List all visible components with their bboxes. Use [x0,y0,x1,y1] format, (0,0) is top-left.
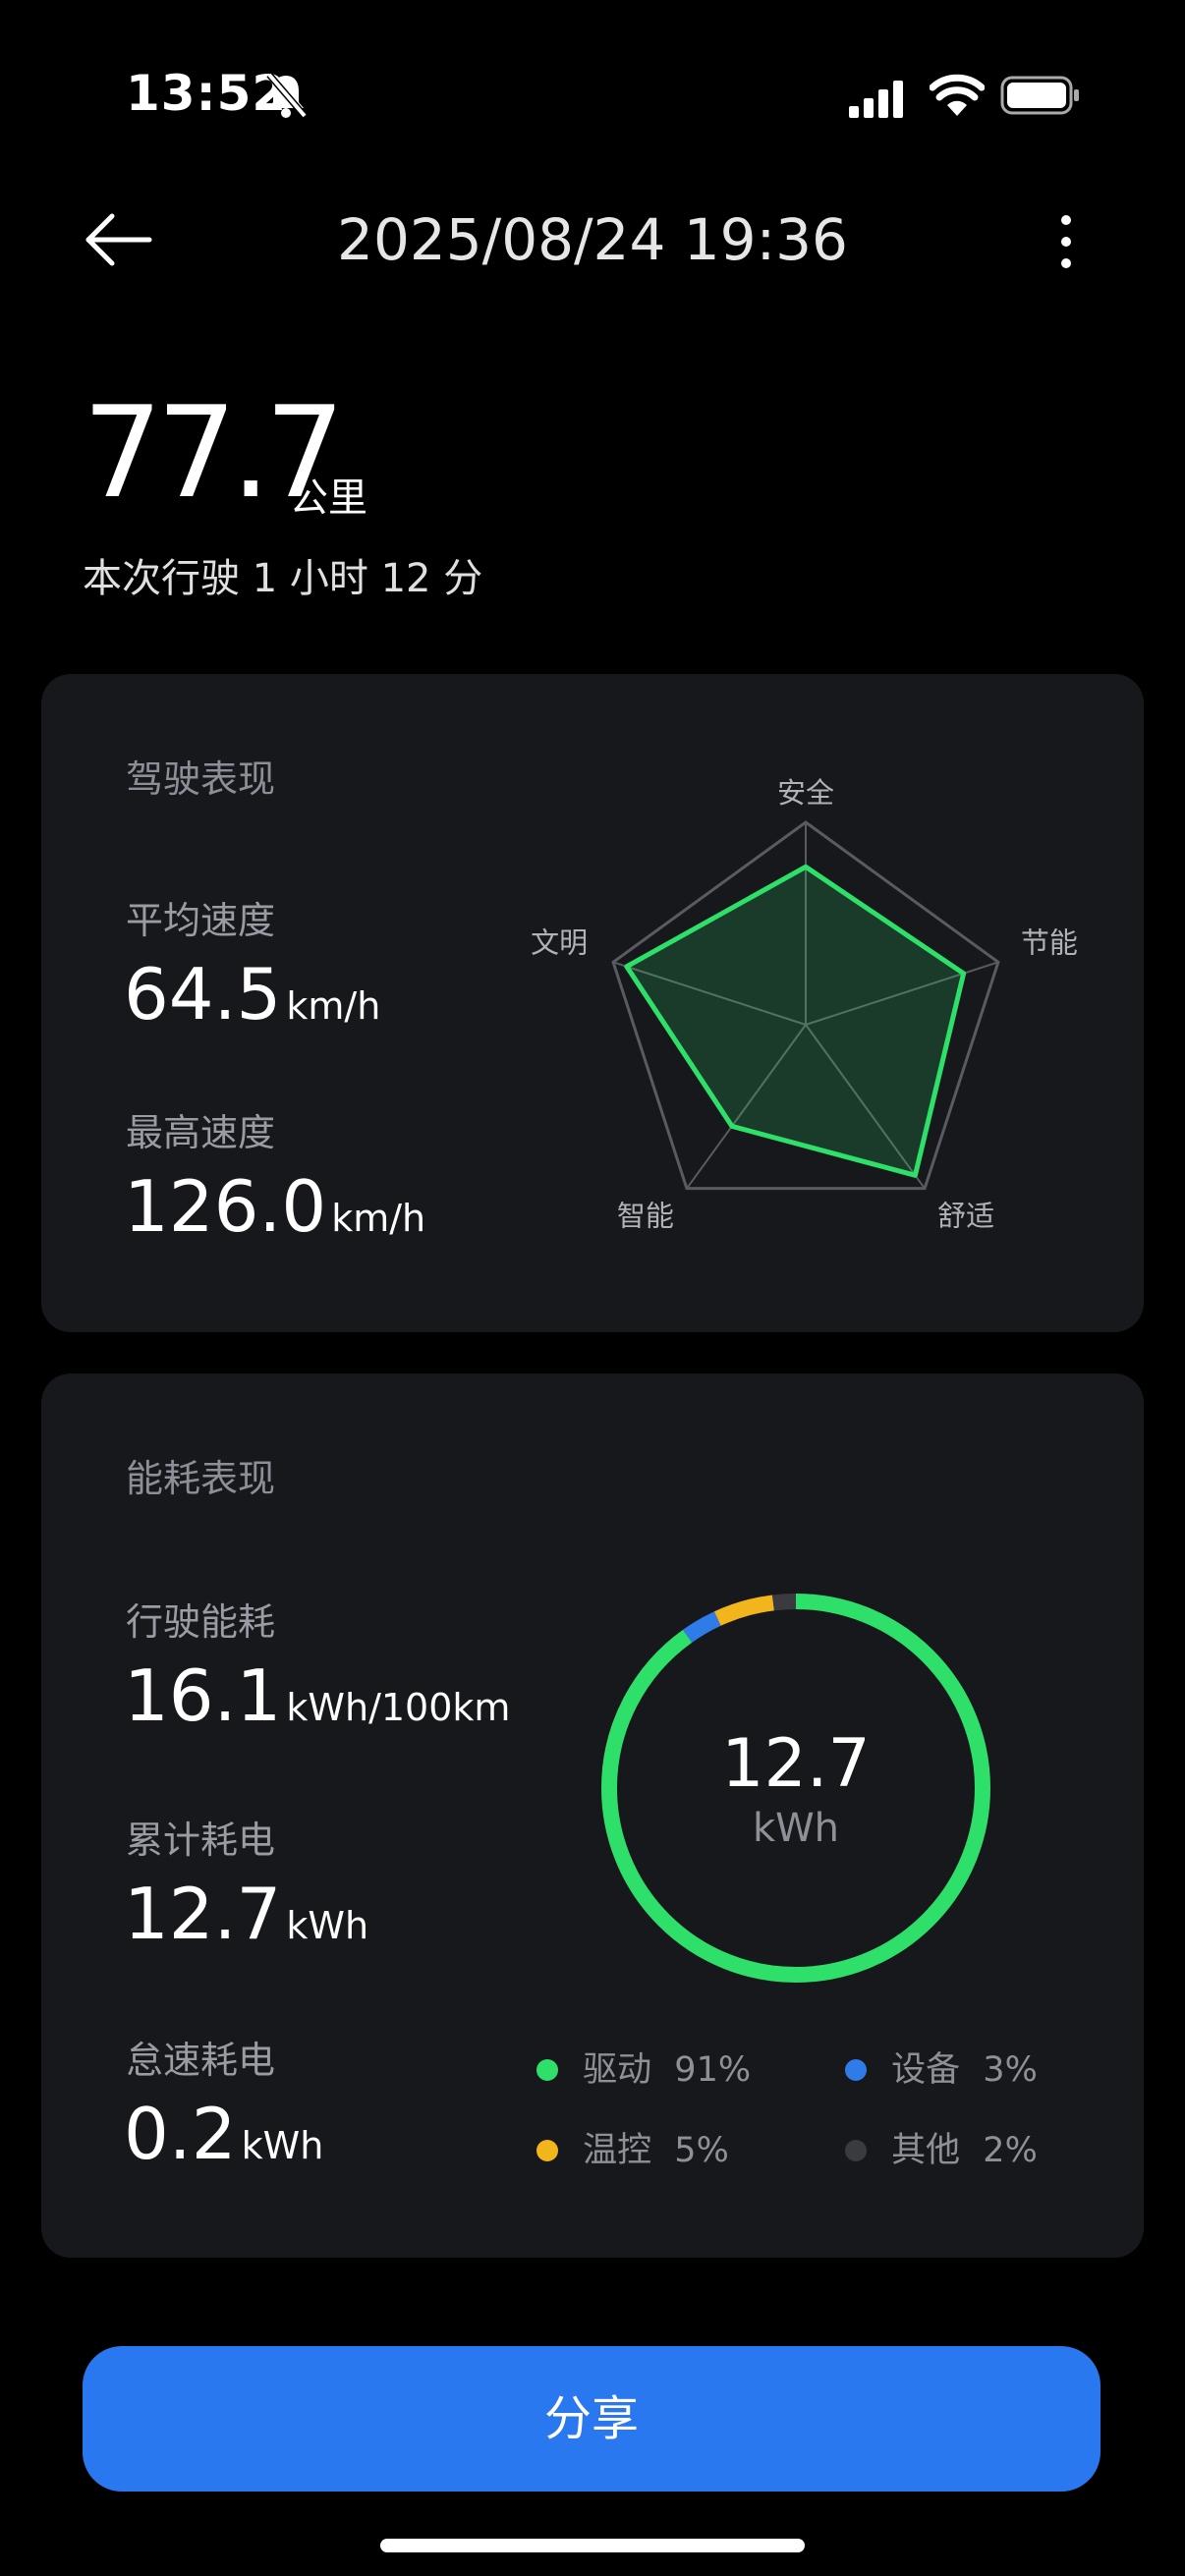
share-button[interactable]: 分享 [83,2346,1100,2492]
legend-percent: 5% [674,2131,729,2170]
legend-name: 设备 [891,2050,961,2090]
legend-name: 温控 [583,2131,652,2170]
legend-item-device: 设备 3% [845,2042,1038,2092]
total-consumption-value: 12.7 [124,1873,282,1955]
avg-speed-value: 64.5 [124,953,282,1036]
legend-percent: 3% [983,2050,1038,2090]
legend-item-drive: 驱动 91% [536,2042,751,2092]
idle-consumption-label: 怠速耗电 [126,2039,276,2082]
cellular-signal-icon [849,81,903,118]
home-indicator[interactable] [380,2539,805,2552]
driving-consumption: 16.1 kWh/100km [124,1660,510,1731]
idle-consumption: 0.2 kWh [124,2099,323,2169]
page-title: 2025/08/24 19:36 [337,206,848,273]
legend-dot-other [845,2140,867,2161]
legend-percent: 91% [674,2050,752,2090]
idle-consumption-value: 0.2 [124,2093,237,2175]
total-consumption-label: 累计耗电 [126,1819,276,1862]
total-consumption-unit: kWh [286,1904,369,1947]
legend-item-other: 其他 2% [845,2122,1038,2172]
avg-speed-unit: km/h [286,984,381,1028]
radar-axis-label: 舒适 [937,1200,994,1233]
legend-item-climate: 温控 5% [536,2122,729,2172]
battery-icon [1000,76,1079,115]
idle-consumption-unit: kWh [241,2124,324,2167]
driving-consumption-unit: kWh/100km [286,1686,511,1729]
more-options-icon[interactable] [1051,210,1081,273]
avg-speed: 64.5 km/h [124,959,380,1030]
radar-score-polygon [624,864,967,1178]
driving-consumption-value: 16.1 [124,1654,282,1737]
trip-duration: 本次行驶 1 小时 12 分 [83,556,483,601]
radar-axis-label: 文明 [531,925,588,959]
energy-card-title: 能耗表现 [126,1457,276,1500]
legend-dot-drive [536,2059,558,2081]
total-consumption: 12.7 kWh [124,1878,368,1949]
bell-muted-icon [266,72,308,119]
wifi-icon [930,74,985,116]
legend-dot-climate [536,2140,558,2161]
driving-radar-chart: 安全节能舒适 智能 文明 [531,776,1078,1233]
trip-distance-unit: 公里 [289,476,367,521]
max-speed-value: 126.0 [124,1165,327,1248]
legend-percent: 2% [983,2131,1038,2170]
avg-speed-label: 平均速度 [126,899,276,942]
driving-card-title: 驾驶表现 [126,757,276,801]
legend-name: 其他 [891,2131,961,2170]
ring-center-unit: kWh [752,1806,840,1851]
ring-center-value: 12.7 [721,1725,871,1803]
max-speed-label: 最高速度 [126,1111,276,1154]
radar-axis-label: 安全 [777,776,834,810]
driving-consumption-label: 行驶能耗 [126,1600,276,1644]
max-speed-unit: km/h [331,1197,426,1240]
legend-dot-device [845,2059,867,2081]
max-speed: 126.0 km/h [124,1171,425,1242]
legend-name: 驱动 [583,2050,652,2090]
radar-axis-label: 智能 [617,1200,674,1233]
radar-axis-label: 节能 [1021,925,1078,959]
